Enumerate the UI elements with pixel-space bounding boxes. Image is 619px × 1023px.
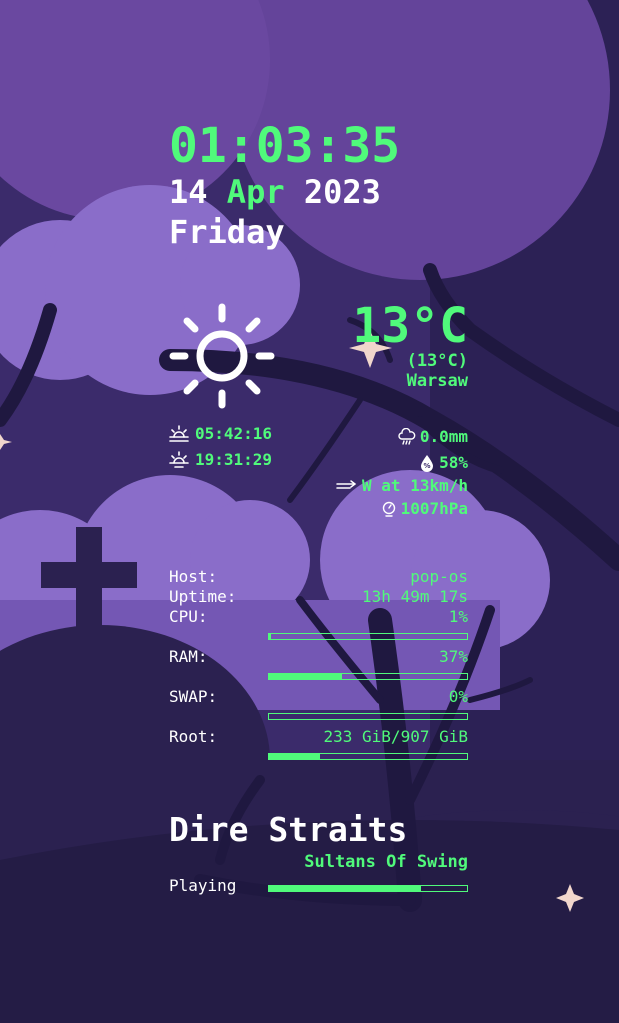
sunrise-row: 05:42:16 [169,424,272,443]
clock-date: 14 Apr 2023 [169,172,381,212]
host-value: pop-os [410,567,468,586]
humidity-row: % 58% [419,453,468,472]
sunset-row: 19:31:29 [169,450,272,469]
cpu-bar [268,633,468,640]
uptime-label: Uptime: [169,587,237,606]
sunrise-icon [169,424,189,442]
wind: W at 13km/h [362,476,468,495]
wind-icon [336,479,357,489]
rain-cloud-icon [398,427,416,445]
pressure: 1007hPa [400,499,468,518]
root-label: Root: [169,727,218,746]
swap-label: SWAP: [169,687,218,706]
date-day: 14 [169,173,208,211]
clock-time: 01:03:35 [169,118,401,174]
root-bar-fill [269,754,320,759]
humidity-icon: % [421,454,434,472]
sun-icon [169,303,275,409]
pressure-row: 1007hPa [381,499,468,518]
ram-bar [268,673,468,680]
date-year: 2023 [303,173,381,211]
ram-value: 37% [439,647,468,666]
wind-row: W at 13km/h [336,476,468,495]
music-status: Playing [169,876,237,895]
uptime-value: 13h 49m 17s [362,587,468,606]
ram-label: RAM: [169,647,208,666]
cpu-bar-fill [269,634,271,639]
temperature: 13°C [352,298,468,354]
date-month: Apr [226,173,285,211]
svg-text:%: % [424,462,431,470]
ram-bar-fill [269,674,343,679]
cpu-label: CPU: [169,607,208,626]
swap-bar [268,713,468,720]
music-artist: Dire Straits [169,810,408,849]
clock-weekday: Friday [169,213,285,251]
humidity: 58% [439,453,468,472]
sunrise-time: 05:42:16 [195,424,273,443]
precipitation-row: 0.0mm [398,427,468,446]
music-progress-bar [268,885,468,892]
precipitation: 0.0mm [419,427,468,446]
cpu-value: 1% [448,607,468,626]
feels-like: (13°C) [406,351,468,371]
pressure-icon [382,501,395,517]
root-bar [268,753,468,760]
city: Warsaw [406,371,468,391]
music-track: Sultans Of Swing [304,852,468,872]
sunset-time: 19:31:29 [195,450,273,469]
sunset-icon [169,450,189,468]
root-value: 233 GiB/907 GiB [323,727,469,746]
host-label: Host: [169,567,218,586]
swap-value: 0% [448,687,468,706]
music-progress-fill [269,886,422,891]
